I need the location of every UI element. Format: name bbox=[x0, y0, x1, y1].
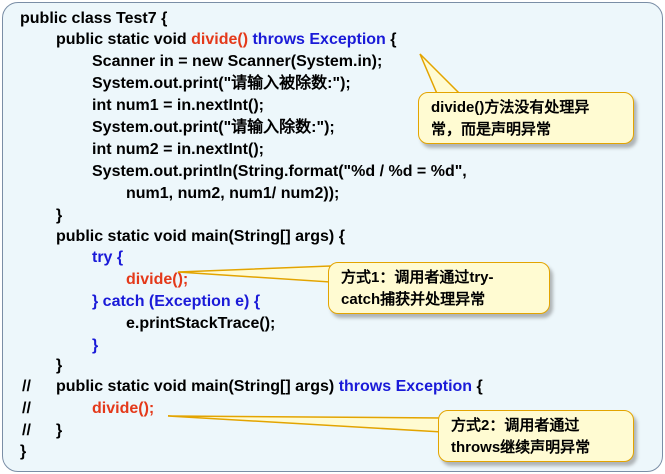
code-line-12: try { bbox=[92, 249, 124, 266]
code-line-13: divide(); bbox=[126, 271, 189, 288]
callout-throws: 方式2：调用者通过 throws继续声明异常 bbox=[438, 410, 634, 462]
comment-marker: // bbox=[22, 422, 31, 439]
code-line-14: } catch (Exception e) { bbox=[92, 293, 261, 310]
code-line-16: } bbox=[92, 337, 99, 354]
code-line-8: System.out.println(String.format("%d / %… bbox=[92, 163, 467, 180]
comment-marker: // bbox=[22, 378, 31, 395]
code-line-11: public static void main(String[] args) { bbox=[56, 228, 345, 245]
code-line-15: e.printStackTrace(); bbox=[126, 315, 276, 332]
code-line-2: public static void divide() throws Excep… bbox=[56, 31, 397, 48]
comment-marker: // bbox=[22, 400, 31, 417]
throws-keyword: throws Exception bbox=[338, 378, 473, 395]
code-block: public class Test7 { public static void … bbox=[0, 0, 665, 474]
code-line-20: } bbox=[56, 422, 63, 439]
code-line-7: int num2 = in.nextInt(); bbox=[92, 141, 264, 158]
code-line-5: int num1 = in.nextInt(); bbox=[92, 97, 264, 114]
method-divide: divide() bbox=[191, 31, 249, 48]
code-line-18: public static void main(String[] args) t… bbox=[56, 378, 483, 395]
throws-keyword: throws Exception bbox=[248, 31, 386, 48]
code-line-10: } bbox=[56, 207, 63, 224]
code-line-21: } bbox=[20, 443, 27, 460]
code-line-3: Scanner in = new Scanner(System.in); bbox=[92, 53, 383, 70]
code-line-9: num1, num2, num1/ num2)); bbox=[126, 185, 340, 202]
callout-try-catch: 方式1：调用者通过try- catch捕获并处理异常 bbox=[328, 262, 550, 314]
code-line-19: divide(); bbox=[92, 400, 155, 417]
code-line-17: } bbox=[56, 357, 63, 374]
callout-divide-declares: divide()方法没有处理异 常，而是声明异常 bbox=[418, 92, 634, 144]
code-line-6: System.out.print("请输入除数:"); bbox=[92, 119, 335, 136]
code-line-1: public class Test7 { bbox=[20, 10, 168, 27]
code-line-4: System.out.print("请输入被除数:"); bbox=[92, 75, 351, 92]
